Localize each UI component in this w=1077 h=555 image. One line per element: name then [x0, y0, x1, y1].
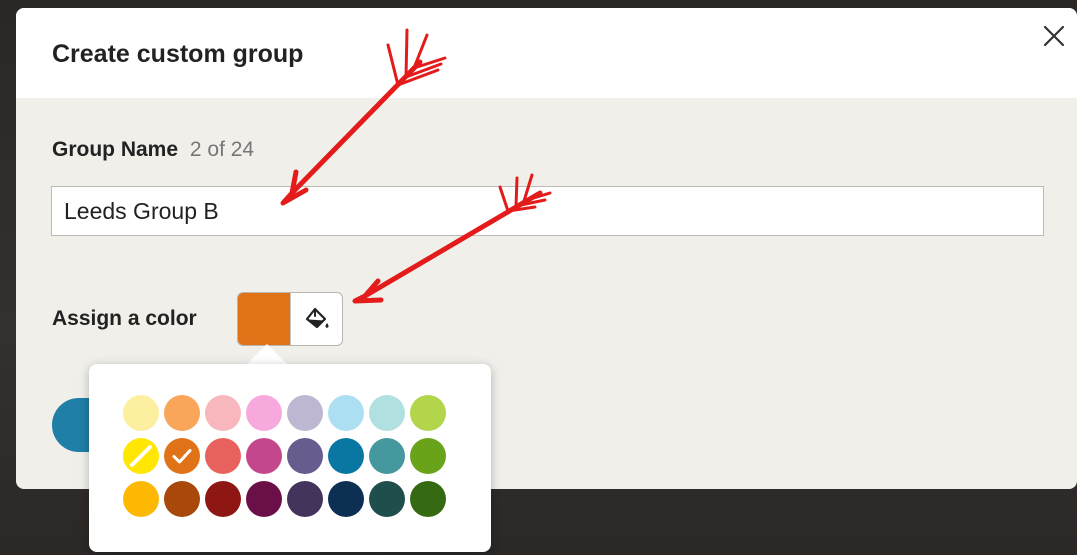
assign-color-label: Assign a color [52, 307, 197, 330]
color-swatch[interactable] [410, 481, 446, 517]
color-swatch[interactable] [369, 395, 405, 431]
color-swatch[interactable] [205, 438, 241, 474]
color-swatch[interactable] [164, 438, 200, 474]
color-palette-grid [123, 395, 446, 517]
color-picker-button[interactable] [237, 292, 343, 346]
color-swatch[interactable] [369, 438, 405, 474]
color-swatch[interactable] [287, 438, 323, 474]
check-icon [172, 449, 192, 464]
dialog-title: Create custom group [52, 40, 304, 68]
color-swatch[interactable] [205, 395, 241, 431]
selected-color-swatch [238, 293, 290, 345]
close-button[interactable] [1040, 22, 1068, 50]
no-color-slash-icon [130, 445, 152, 467]
color-swatch[interactable] [328, 481, 364, 517]
popover-pointer [247, 344, 287, 364]
group-name-label-row: Group Name 2 of 24 [52, 138, 254, 162]
close-icon [1043, 25, 1065, 47]
color-swatch[interactable] [123, 481, 159, 517]
color-swatch-none[interactable] [123, 438, 159, 474]
color-swatch[interactable] [410, 395, 446, 431]
dialog-header: Create custom group [16, 8, 1077, 98]
color-swatch[interactable] [123, 395, 159, 431]
color-swatch[interactable] [205, 481, 241, 517]
color-swatch[interactable] [287, 395, 323, 431]
paint-bucket-button[interactable] [290, 293, 342, 345]
color-swatch[interactable] [246, 481, 282, 517]
color-swatch[interactable] [164, 395, 200, 431]
character-count: 2 of 24 [189, 138, 255, 161]
color-swatch[interactable] [328, 438, 364, 474]
group-name-label: Group Name [52, 138, 179, 161]
color-swatch[interactable] [246, 395, 282, 431]
color-swatch[interactable] [164, 481, 200, 517]
color-swatch[interactable] [369, 481, 405, 517]
color-swatch[interactable] [328, 395, 364, 431]
paint-bucket-icon [305, 307, 328, 329]
color-swatch[interactable] [410, 438, 446, 474]
color-swatch[interactable] [287, 481, 323, 517]
color-palette-popover [89, 364, 491, 552]
color-swatch[interactable] [246, 438, 282, 474]
group-name-input[interactable] [51, 186, 1044, 236]
